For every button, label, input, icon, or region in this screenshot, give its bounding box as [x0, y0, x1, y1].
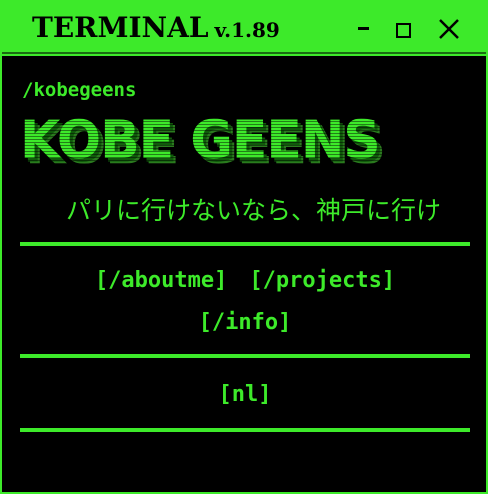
title-bar[interactable]: TERMINAL v.1.89 — [2, 2, 486, 54]
divider — [20, 428, 470, 432]
maximize-icon — [395, 22, 411, 38]
window-title-text: TERMINAL — [32, 11, 209, 44]
nav-row: [/info] — [20, 312, 470, 334]
current-path: /kobegeens — [22, 79, 137, 101]
marquee: パリに行けないなら、神戸に行け — [22, 194, 468, 230]
marquee-text: パリに行けないなら、神戸に行け — [66, 196, 442, 225]
window-title: TERMINAL v.1.89 — [32, 14, 280, 42]
nav-link-info[interactable]: [/info] — [199, 310, 292, 335]
close-icon — [439, 19, 459, 39]
close-button[interactable] — [432, 2, 466, 52]
terminal-content: /kobegeens KOBE GEENS パリに行けないなら、神戸に行け [/… — [2, 54, 486, 492]
terminal-window: TERMINAL v.1.89 /kobegeens KOBE GEENS パリに… — [0, 0, 488, 494]
nav-row: [/aboutme] [/projects] — [20, 270, 470, 292]
nav-link-aboutme[interactable]: [/aboutme] — [95, 268, 227, 293]
minimize-icon — [357, 26, 369, 30]
site-logo: KOBE GEENS — [20, 109, 381, 171]
maximize-button[interactable] — [388, 2, 418, 52]
nav-link-projects[interactable]: [/projects] — [249, 268, 395, 293]
divider — [20, 354, 470, 358]
window-version: v.1.89 — [214, 18, 280, 42]
language-row: [nl] — [20, 384, 470, 406]
minimize-button[interactable] — [348, 2, 378, 52]
language-toggle-nl[interactable]: [nl] — [219, 382, 272, 407]
divider — [20, 242, 470, 246]
